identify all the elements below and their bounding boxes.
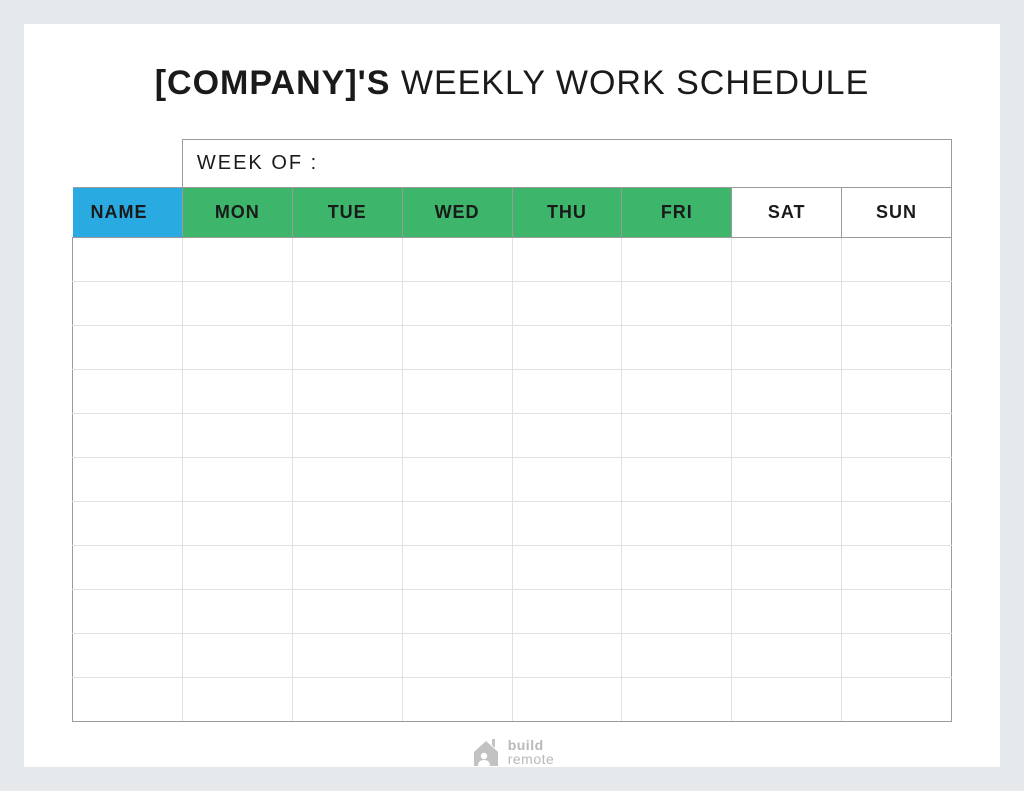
table-row: [73, 370, 952, 414]
page-title: [COMPANY]'S WEEKLY WORK SCHEDULE: [72, 64, 952, 103]
schedule-page: [COMPANY]'S WEEKLY WORK SCHEDULE WEEK OF…: [24, 24, 1000, 767]
schedule-body: [73, 238, 952, 722]
title-company: [COMPANY]'S: [155, 64, 391, 102]
header-tue: TUE: [292, 188, 402, 238]
table-row: [73, 634, 952, 678]
table-row: [73, 590, 952, 634]
table-row: [73, 238, 952, 282]
logo-line1: build: [508, 738, 555, 752]
buildremote-logo-icon: [470, 736, 502, 768]
logo-line2: remote: [508, 752, 555, 766]
header-row: NAME MON TUE WED THU FRI SAT SUN: [73, 188, 952, 238]
table-row: [73, 458, 952, 502]
footer: build remote: [72, 736, 952, 768]
schedule-table: WEEK OF : NAME MON TUE WED THU FRI SAT S…: [72, 139, 952, 722]
title-rest: WEEKLY WORK SCHEDULE: [401, 64, 869, 102]
header-wed: WED: [402, 188, 512, 238]
header-sat: SAT: [732, 188, 842, 238]
table-row: [73, 326, 952, 370]
table-row: [73, 678, 952, 722]
header-fri: FRI: [622, 188, 732, 238]
table-row: [73, 546, 952, 590]
header-thu: THU: [512, 188, 622, 238]
table-row: [73, 502, 952, 546]
week-of-label: WEEK OF :: [182, 140, 951, 188]
table-row: [73, 282, 952, 326]
header-name: NAME: [73, 188, 183, 238]
schedule-table-wrap: WEEK OF : NAME MON TUE WED THU FRI SAT S…: [72, 139, 952, 722]
week-of-row: WEEK OF :: [73, 140, 952, 188]
spacer-cell: [73, 140, 183, 188]
table-row: [73, 414, 952, 458]
buildremote-logo-text: build remote: [508, 738, 555, 766]
header-mon: MON: [182, 188, 292, 238]
header-sun: SUN: [842, 188, 952, 238]
